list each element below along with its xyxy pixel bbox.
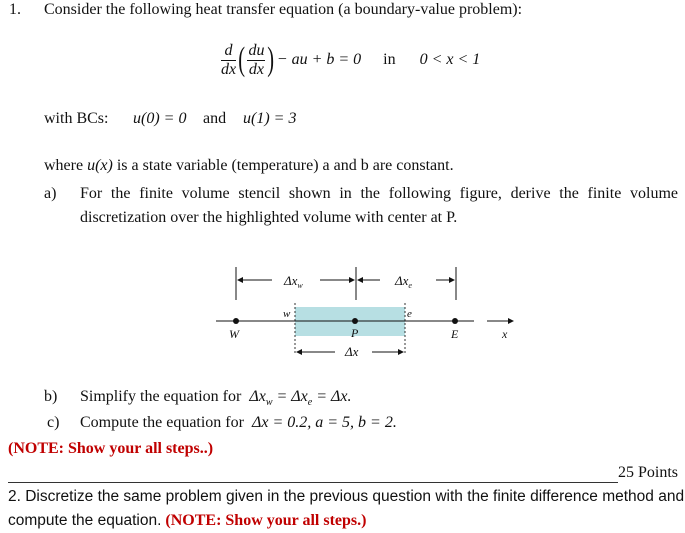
face-w-label: w <box>283 308 291 320</box>
equation-rest: − au + b = 0 <box>276 51 362 68</box>
x-axis-label: x <box>501 327 508 341</box>
question2-line1: 2. Discretize the same problem given in … <box>8 488 685 505</box>
du-dx-fraction: du dx <box>247 41 266 79</box>
d-denominator: dx <box>221 60 237 78</box>
question2-line2: compute the equation. (NOTE: Show your a… <box>8 512 366 530</box>
bcs-label: with BCs: <box>44 110 109 127</box>
part-c-label: c) <box>47 414 60 431</box>
part-a-label: a) <box>44 185 57 202</box>
part-b-label: b) <box>44 388 58 405</box>
node-W-dot <box>233 318 239 324</box>
right-paren: ) <box>267 41 275 78</box>
node-E-label: E <box>450 327 459 341</box>
governing-equation: d dx ( du dx ) − au + b = 0 in 0 < x < 1 <box>221 38 480 82</box>
where-line: where u(x) is a state variable (temperat… <box>44 157 454 175</box>
dxe-label: Δxe <box>394 273 412 290</box>
bc-left: u(0) = 0 <box>133 110 187 127</box>
domain: 0 < x < 1 <box>419 51 481 68</box>
dxw-label: Δxw <box>283 273 303 290</box>
note-q1: (NOTE: Show your all steps..) <box>8 440 214 457</box>
d-dx-fraction: d dx <box>221 42 237 79</box>
node-P-label: P <box>350 326 359 340</box>
dx-label: Δx <box>344 344 359 359</box>
node-P-dot <box>352 318 358 324</box>
node-E-dot <box>452 318 458 324</box>
question2-prompt: compute the equation. <box>8 512 162 529</box>
part-a-line1: For the finite volume stencil shown in t… <box>80 185 678 202</box>
bcs-and: and <box>203 110 227 127</box>
in-word: in <box>383 51 396 68</box>
node-W-label: W <box>229 327 240 341</box>
part-b-text: Simplify the equation for Δxw = Δxe = Δx… <box>80 388 352 408</box>
note-q2: (NOTE: Show your all steps.) <box>165 512 367 529</box>
separator-rule <box>8 482 618 483</box>
part-b-math: Δxw = Δxe = Δx. <box>249 388 352 409</box>
left-paren: ( <box>238 41 246 78</box>
question-number: 1. <box>9 1 21 18</box>
part-c-prompt: Compute the equation for <box>80 414 244 431</box>
finite-volume-stencil: Δxw Δxe w e W P E x Δx <box>216 267 514 359</box>
where-word: where <box>44 157 84 174</box>
part-b-prompt: Simplify the equation for <box>80 388 242 405</box>
state-variable: u(x) <box>87 157 113 174</box>
part-a-line2: discretization over the highlighted volu… <box>80 209 458 226</box>
du-denominator: dx <box>248 60 264 78</box>
question-intro: Consider the following heat transfer equ… <box>44 1 523 18</box>
part-c-math: Δx = 0.2, a = 5, b = 2. <box>251 414 397 431</box>
part-c-text: Compute the equation for Δx = 0.2, a = 5… <box>80 414 397 432</box>
points-label: 25 Points <box>618 464 679 481</box>
bc-right: u(1) = 3 <box>243 110 297 127</box>
du-numerator: du <box>247 41 266 61</box>
face-e-label: e <box>407 308 412 320</box>
where-description: is a state variable (temperature) a and … <box>116 157 454 174</box>
d-numerator: d <box>221 42 237 61</box>
